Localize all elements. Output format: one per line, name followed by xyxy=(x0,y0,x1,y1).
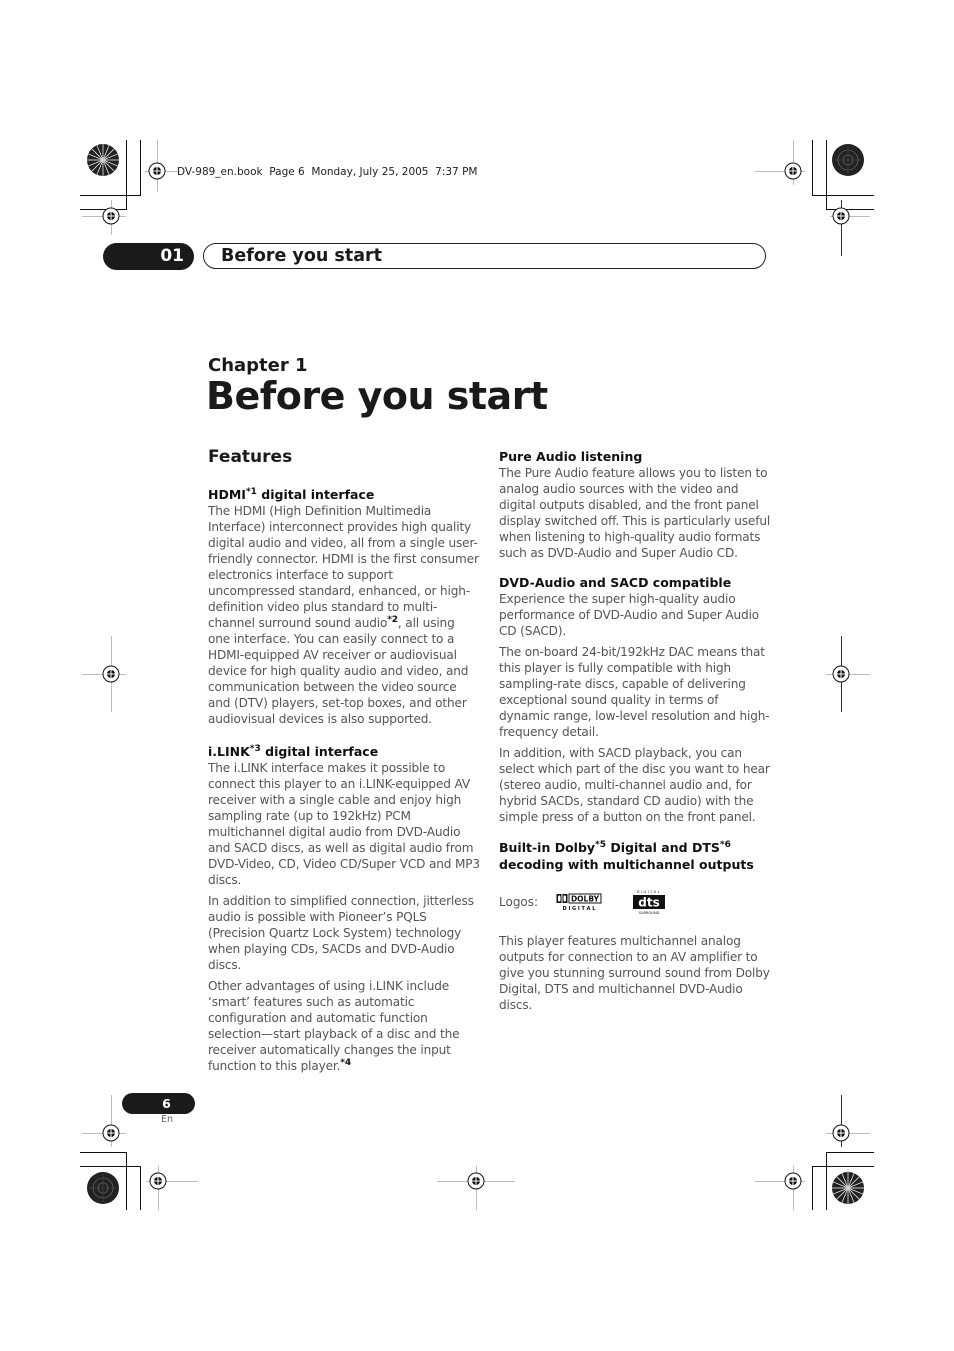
footnote-ref: *3 xyxy=(249,743,261,754)
dolby-dts-paragraph: This player features multichannel analog… xyxy=(499,934,770,1012)
ilink-paragraph-2: In addition to simplified connection, ji… xyxy=(208,894,474,972)
print-target-icon xyxy=(832,1172,864,1204)
dvd-audio-paragraph-2: The on-board 24-bit/192kHz DAC means tha… xyxy=(499,645,770,739)
crop-mark xyxy=(140,140,141,196)
svg-text:DOLBY: DOLBY xyxy=(571,895,600,904)
crop-mark xyxy=(140,1166,141,1210)
logos-label: Logos: xyxy=(499,895,539,909)
page-title: Before you start xyxy=(206,374,548,418)
pure-audio-heading: Pure Audio listening xyxy=(499,449,643,464)
svg-text:SURROUND: SURROUND xyxy=(639,911,660,915)
ilink-heading: i.LINK*3 digital interface xyxy=(208,743,379,759)
registration-mark-icon xyxy=(832,207,850,225)
crop-mark xyxy=(126,140,127,210)
dolby-dts-heading: Built-in Dolby*5 Digital and DTS*6 decodi… xyxy=(499,839,754,872)
crop-mark xyxy=(812,1166,874,1167)
dvd-audio-heading: DVD-Audio and SACD compatible xyxy=(499,575,732,590)
chapter-number-tab: 01 xyxy=(103,243,194,270)
svg-text:D I G I T A L: D I G I T A L xyxy=(563,906,597,911)
crop-mark xyxy=(80,1152,127,1153)
dvd-audio-paragraph-1: Experience the super high-quality audio … xyxy=(499,592,760,638)
registration-mark-icon xyxy=(102,1124,120,1142)
section-title: Features xyxy=(208,447,293,467)
right-column: Pure Audio listening The Pure Audio feat… xyxy=(499,448,771,1018)
registration-mark-icon xyxy=(784,1172,802,1190)
crop-mark xyxy=(812,195,874,196)
dvd-audio-paragraph-3: In addition, with SACD playback, you can… xyxy=(499,746,770,824)
svg-text:dts: dts xyxy=(638,896,659,910)
footnote-ref: *6 xyxy=(719,839,731,850)
print-target-icon xyxy=(832,144,864,176)
footnote-ref: *2 xyxy=(387,614,398,625)
crop-mark xyxy=(80,1166,141,1167)
page-number: 6 xyxy=(122,1093,195,1114)
footnote-ref: *1 xyxy=(245,486,257,497)
footnote-ref: *5 xyxy=(595,839,607,850)
chapter-title-header: Before you start xyxy=(221,246,383,266)
hdmi-heading: HDMI*1 digital interface xyxy=(208,486,375,502)
ilink-paragraph-3: Other advantages of using i.LINK include… xyxy=(208,979,460,1073)
dts-surround-logo-icon: DIGITAL dts SURROUND xyxy=(633,890,665,915)
registration-mark-icon xyxy=(467,1172,485,1190)
hdmi-paragraph: The HDMI (High Definition Multimedia Int… xyxy=(208,504,479,726)
ilink-paragraph-1: The i.LINK interface makes it possible t… xyxy=(208,761,480,887)
registration-mark-icon xyxy=(832,1124,850,1142)
crop-mark xyxy=(826,140,827,210)
registration-mark-icon xyxy=(102,207,120,225)
print-target-icon xyxy=(87,1172,119,1204)
svg-text:DIGITAL: DIGITAL xyxy=(637,890,662,894)
registration-mark-icon xyxy=(102,665,120,683)
print-slug-line: DV-989_en.book Page 6 Monday, July 25, 2… xyxy=(177,166,478,178)
crop-mark xyxy=(826,1152,874,1153)
crop-mark xyxy=(826,1152,827,1210)
left-column: HDMI*1 digital interface The HDMI (High … xyxy=(208,486,480,1079)
registration-mark-icon xyxy=(148,162,166,180)
crop-mark xyxy=(126,1152,127,1210)
footnote-ref: *4 xyxy=(340,1057,351,1068)
logos-row: Logos: DOLBY D I G I T A L DIGITAL dts S… xyxy=(499,887,771,917)
registration-mark-icon xyxy=(784,162,802,180)
pure-audio-paragraph: The Pure Audio feature allows you to lis… xyxy=(499,466,771,560)
crop-mark xyxy=(812,1166,813,1210)
crop-mark xyxy=(812,140,813,196)
registration-mark-icon xyxy=(832,665,850,683)
crop-mark xyxy=(80,195,141,196)
page-language: En xyxy=(161,1114,174,1125)
print-target-icon xyxy=(87,144,119,176)
registration-mark-icon xyxy=(149,1172,167,1190)
dolby-digital-logo-icon: DOLBY D I G I T A L xyxy=(556,893,602,911)
